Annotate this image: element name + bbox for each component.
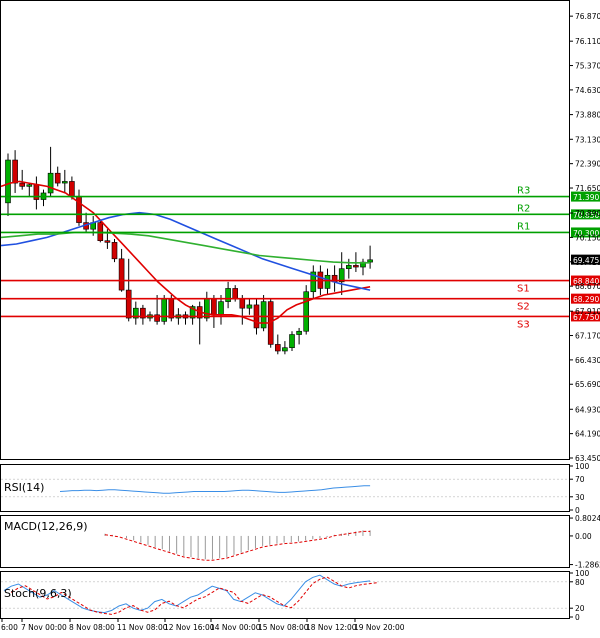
candle-body <box>204 298 210 319</box>
level-label-r1: R1 <box>517 221 530 232</box>
price-axis-label: 64.930 <box>575 405 600 414</box>
level-tag-text: 71.390 <box>573 193 599 202</box>
price-axis-label: 72.390 <box>575 160 600 169</box>
candle-body <box>104 240 111 243</box>
indicator-axis-label: 100 <box>575 462 590 471</box>
candle-body <box>54 172 61 184</box>
level-price-tag: 71.390 <box>571 191 600 202</box>
candle-body <box>246 304 253 309</box>
candle-body <box>289 334 295 349</box>
price-axis-label: 70.150 <box>575 233 600 242</box>
candle-body <box>111 242 118 260</box>
price-axis-label: 67.910 <box>575 307 600 316</box>
indicator-axis-label: 100 <box>575 569 590 578</box>
time-axis-label: 6:00 <box>1 623 18 632</box>
candle-body <box>26 184 33 187</box>
candle-body <box>296 330 302 335</box>
stoch-label: Stoch(9,6,3) <box>4 587 72 600</box>
rsi-panel[interactable] <box>0 464 570 512</box>
candle-body <box>274 344 281 352</box>
price-axis-label: 65.690 <box>575 380 600 389</box>
candle-body <box>125 289 132 319</box>
candle-body <box>303 291 310 332</box>
time-axis-label: 15 Nov 08:00 <box>258 623 309 632</box>
candle-body <box>225 288 231 302</box>
level-tag-text: 68.290 <box>573 295 599 304</box>
time-axis-label: 14 Nov 00:00 <box>210 623 261 632</box>
candle-body <box>118 258 125 291</box>
level-label-s2: S2 <box>517 302 530 313</box>
candle-body <box>239 298 246 309</box>
price-axis-label: 71.650 <box>575 184 600 193</box>
candle-body <box>353 265 359 268</box>
candle-body <box>69 181 75 197</box>
time-axis-label: 7 Nov 00:00 <box>21 623 67 632</box>
price-axis-label: 73.880 <box>575 111 600 120</box>
candle-body <box>61 181 68 184</box>
indicator-axis-label: 0.8024 <box>575 514 600 523</box>
candle-body <box>161 298 167 322</box>
candle-body <box>97 222 104 242</box>
indicator-axis-label: 70 <box>575 475 585 484</box>
candle-body <box>367 259 373 263</box>
price-axis-label: 75.370 <box>575 62 600 71</box>
candle-body <box>168 298 175 319</box>
candle-body <box>282 347 288 352</box>
stoch-panel[interactable] <box>0 571 570 619</box>
time-axis-label: 11 Nov 08:00 <box>117 623 168 632</box>
price-axis-label: 76.870 <box>575 12 600 21</box>
level-label-r2: R2 <box>517 203 530 214</box>
time-axis-label: 8 Nov 08:00 <box>69 623 115 632</box>
indicator-axis-label: 20 <box>575 604 585 613</box>
candle-body <box>218 301 224 316</box>
time-axis-label: 19 Nov 20:00 <box>354 623 405 632</box>
price-axis-label: 76.110 <box>575 37 600 46</box>
rsi-label: RSI(14) <box>4 481 44 494</box>
candle-body <box>211 298 217 316</box>
level-price-tag: 68.290 <box>571 293 600 304</box>
candle-body <box>12 159 18 184</box>
candle-body <box>232 288 238 299</box>
indicator-axis-label: 30 <box>575 493 585 502</box>
forex-chart-window[interactable]: R3 R2 R1 S1 S2 S3 71.390 70.850 70.300 68.840 68.… <box>0 0 600 634</box>
price-axis-label: 67.170 <box>575 332 600 341</box>
price-axis-label: 73.130 <box>575 135 600 144</box>
price-axis-label: 74.630 <box>575 86 600 95</box>
candle-body <box>76 195 82 223</box>
level-label-r3: R3 <box>517 186 530 197</box>
level-label-s3: S3 <box>517 319 530 330</box>
candle-body <box>324 274 331 289</box>
time-axis-label: 18 Nov 12:00 <box>306 623 357 632</box>
price-axis-label: 68.670 <box>575 282 600 291</box>
candle-body <box>345 265 352 269</box>
candle-body <box>47 172 54 194</box>
indicator-axis-label: 0 <box>575 613 580 622</box>
indicator-axis-label: 80 <box>575 578 585 587</box>
chart-canvas[interactable]: R3R2R1S1S2S3 71.39070.85070.30068.84068.… <box>0 0 600 634</box>
current-price-label: 69.475 <box>573 256 599 265</box>
time-axis-label: 12 Nov 16:00 <box>164 623 215 632</box>
candle-body <box>19 182 26 187</box>
indicator-axis-label: 0.00 <box>575 532 592 541</box>
price-axis-label: 66.430 <box>575 356 600 365</box>
price-axis-label: 70.890 <box>575 209 600 218</box>
price-axis-label: 64.190 <box>575 430 600 439</box>
candle-body <box>260 301 267 329</box>
macd-label: MACD(12,26,9) <box>4 520 88 533</box>
level-label-s1: S1 <box>517 284 530 295</box>
